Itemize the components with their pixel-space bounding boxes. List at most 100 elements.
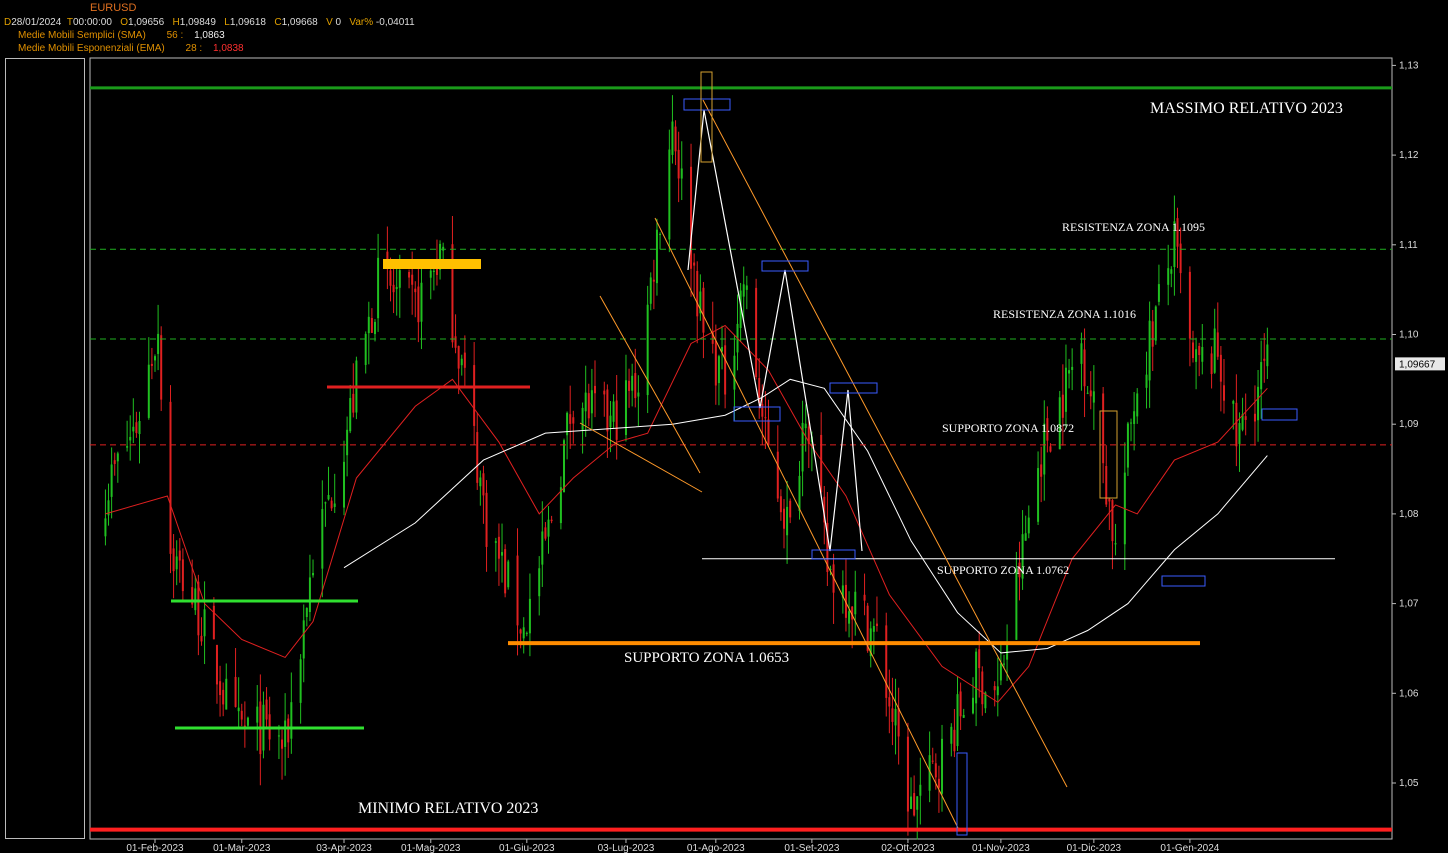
candle-body [547,519,550,537]
candle-body [891,708,894,722]
x-tick-label: 03-Apr-2023 [316,843,372,853]
candle-body [395,286,398,290]
candle-body [1188,271,1191,339]
candle-body [671,121,674,155]
candle-body [975,651,978,704]
candle-body [590,390,593,414]
candle-body [779,496,782,513]
candle-body [222,689,225,705]
candle-body [147,364,150,418]
candle-body [135,422,138,434]
candle-body [1253,413,1256,422]
candle-body [1157,284,1160,302]
candle-body [804,423,807,429]
candle-body [962,715,965,718]
candle-body [160,335,163,400]
candle-body [417,286,420,323]
candle-body [451,244,454,343]
support-0762-label: SUPPORTO ZONA 1.0762 [937,563,1069,577]
support-0653-label: SUPPORTO ZONA 1.0653 [624,650,789,666]
candle-body [200,635,203,642]
candle-body [1222,385,1225,401]
candle-body [1232,401,1235,404]
candle-body [463,352,466,368]
candle-body [225,678,228,710]
candle-body [398,270,401,288]
candle-body [1201,347,1204,362]
candle-body [116,453,119,462]
candle-body [572,417,575,424]
candle-body [1037,468,1040,522]
candle-body [150,363,153,366]
candle-body [330,500,333,509]
candle-body [1105,465,1108,505]
candle-body [240,710,243,720]
y-tick-label: 1,13 [1399,60,1419,71]
candle-body [352,393,355,413]
candle-body [333,503,336,507]
candle-body [1027,517,1030,534]
candle-body [172,548,175,572]
candle-body [677,149,680,179]
candle-body [854,591,857,615]
candle-body [1015,568,1018,640]
candle-body [243,725,246,727]
last-price-label: 1,09667 [1399,359,1436,370]
candle-body [346,429,349,456]
support-0872-label: SUPPORTO ZONA 1.0872 [942,421,1074,435]
candle-body [234,676,237,707]
candle-body [473,365,476,426]
candle-body [745,285,748,290]
max-2023-label: MASSIMO RELATIVO 2023 [1150,100,1343,117]
candle-body [615,400,618,440]
candle-body [129,436,132,441]
candle-body [169,401,172,554]
y-tick-label: 1,08 [1399,509,1419,520]
x-tick-label: 02-Ott-2023 [881,843,935,853]
candle-body [1133,411,1136,424]
candle-body [178,550,181,561]
candle-body [541,531,544,565]
candle-body [1024,533,1027,541]
candle-body [767,419,770,446]
candle-body [609,415,612,428]
candle-body [563,440,566,493]
resistance-1016-label: RESISTENZA ZONA 1.1016 [993,307,1136,321]
x-tick-label: 01-Nov-2023 [972,843,1030,853]
candle-body [299,659,302,703]
candle-body [175,556,178,570]
candle-body [246,717,249,726]
channel-upper-line [702,99,1068,788]
candle-body [302,620,305,659]
candle-body [522,627,525,639]
candle-body [584,392,587,412]
candle-body [370,317,373,333]
price-chart[interactable]: 1,13 1,12 1,11 1,10 1,09 1,08 1,07 1,06 1,05 01-F… [0,0,1448,853]
candle-body [104,518,107,537]
candle-body [1083,349,1086,387]
candle-body [1179,243,1182,274]
candle-body [569,414,572,424]
candle-body [277,735,280,737]
candle-body [1235,402,1238,447]
candle-body [668,149,671,240]
candle-body [674,126,677,152]
y-tick-label: 1,09 [1399,419,1419,430]
candle-body [460,358,463,366]
candle-body [885,625,888,698]
candle-body [1061,394,1064,418]
y-tick-label: 1,10 [1399,330,1419,341]
candle-body [377,257,380,319]
candle-body [559,487,562,524]
candle-body [993,686,996,691]
candle-body [1260,362,1263,390]
candle-body [321,509,324,569]
candle-body [343,461,346,508]
candle-body [215,644,218,685]
candle-body [1040,464,1043,477]
candle-body [897,708,900,737]
candle-body [931,760,934,762]
candle-body [373,321,376,335]
candle-body [504,549,507,594]
candle-body [875,623,878,627]
